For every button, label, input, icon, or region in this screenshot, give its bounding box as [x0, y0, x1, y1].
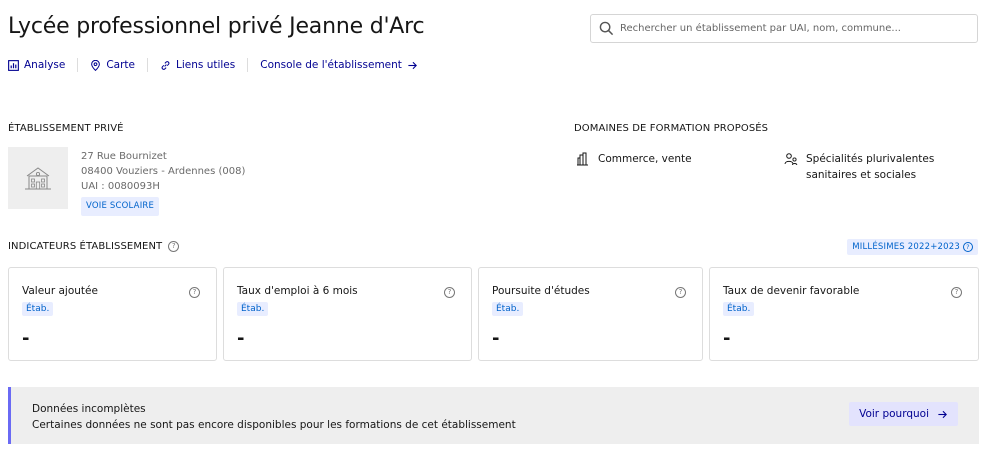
domaine-label: Commerce, vente	[598, 153, 692, 165]
indicateurs-label-text: INDICATEURS ÉTABLISSEMENT	[8, 241, 163, 252]
indicator-card-poursuite-etudes: Poursuite d'études ? Étab. -	[478, 267, 703, 361]
nav-divider	[147, 58, 149, 72]
search-input[interactable]	[620, 23, 960, 34]
card-value: -	[237, 328, 245, 349]
etablissement-thumbnail	[8, 147, 68, 209]
domaine-item-commerce: Commerce, vente	[576, 151, 692, 167]
uai-code: UAI : 0080093H	[81, 181, 160, 192]
nav-analyse-link[interactable]: Analyse	[8, 59, 65, 71]
school-building-icon	[25, 167, 51, 190]
nav-divider	[247, 58, 249, 72]
arrow-right-icon	[938, 410, 947, 418]
page-title: Lycée professionnel privé Jeanne d'Arc	[8, 14, 425, 39]
nav-console-label: Console de l'établissement	[260, 59, 402, 71]
arrow-right-icon	[408, 61, 417, 69]
domaines-section-label: DOMAINES DE FORMATION PROPOSÉS	[574, 123, 769, 134]
help-icon[interactable]: ?	[444, 287, 455, 298]
people-icon	[784, 153, 798, 166]
address-line-2: 08400 Vouziers - Ardennes (008)	[81, 166, 246, 177]
domaine-item-sanitaires: Spécialités plurivalentes sanitaires et …	[784, 151, 934, 183]
domaine-label-line-1: Spécialités plurivalentes	[806, 153, 935, 165]
map-pin-icon	[91, 59, 101, 71]
link-icon	[161, 60, 170, 70]
nav-carte-link[interactable]: Carte	[90, 59, 135, 71]
chart-icon	[8, 59, 19, 71]
incomplete-data-banner: Données incomplètes Certaines données ne…	[8, 387, 979, 444]
shop-icon	[577, 152, 588, 166]
card-title: Taux d'emploi à 6 mois	[237, 285, 358, 297]
help-icon[interactable]: ?	[189, 287, 200, 298]
help-icon: ?	[963, 242, 973, 252]
nav-carte-label: Carte	[106, 59, 136, 71]
etablissement-address: 27 Rue Bournizet 08400 Vouziers - Ardenn…	[81, 149, 245, 216]
nav-analyse-label: Analyse	[24, 59, 66, 71]
domaine-label-line-2: sanitaires et sociales	[806, 169, 917, 181]
search-icon	[599, 21, 614, 36]
nav-liens-link[interactable]: Liens utiles	[160, 59, 235, 71]
nav-console-link[interactable]: Console de l'établissement	[260, 59, 418, 71]
domaine-label: Spécialités plurivalentes sanitaires et …	[806, 151, 934, 183]
indicator-card-devenir-favorable: Taux de devenir favorable ? Étab. -	[709, 267, 979, 361]
voie-scolaire-badge: VOIE SCOLAIRE	[81, 197, 160, 216]
etab-badge: Étab.	[723, 302, 755, 316]
indicator-card-taux-emploi: Taux d'emploi à 6 mois ? Étab. -	[223, 267, 472, 361]
nav-divider	[77, 58, 79, 72]
nav-liens-label: Liens utiles	[176, 59, 236, 71]
card-value: -	[723, 328, 731, 349]
address-line-1: 27 Rue Bournizet	[81, 151, 167, 162]
banner-title: Données incomplètes	[32, 403, 146, 415]
card-title: Poursuite d'études	[492, 285, 590, 297]
millesimes-badge[interactable]: MILLÉSIMES 2022+2023 ?	[847, 239, 978, 255]
etab-badge: Étab.	[237, 302, 269, 316]
etab-badge: Étab.	[492, 302, 524, 316]
help-icon[interactable]: ?	[951, 287, 962, 298]
nav-links: Analyse Carte Liens utiles Console de l'…	[8, 58, 418, 72]
indicator-card-valeur-ajoutee: Valeur ajoutée ? Étab. -	[8, 267, 217, 361]
search-box[interactable]	[590, 14, 978, 43]
card-title: Taux de devenir favorable	[723, 285, 860, 297]
etab-badge: Étab.	[22, 302, 54, 316]
card-value: -	[22, 328, 30, 349]
indicateurs-section-label: INDICATEURS ÉTABLISSEMENT ?	[8, 241, 180, 252]
help-icon[interactable]: ?	[675, 287, 686, 298]
etablissement-section-label: ÉTABLISSEMENT PRIVÉ	[8, 123, 124, 134]
help-icon[interactable]: ?	[168, 241, 180, 252]
voir-pourquoi-label: Voir pourquoi	[859, 408, 929, 420]
voir-pourquoi-button[interactable]: Voir pourquoi	[849, 402, 958, 426]
card-title: Valeur ajoutée	[22, 285, 98, 297]
card-value: -	[492, 328, 500, 349]
banner-text: Certaines données ne sont pas encore dis…	[32, 419, 516, 431]
millesimes-label: MILLÉSIMES 2022+2023	[852, 242, 960, 252]
